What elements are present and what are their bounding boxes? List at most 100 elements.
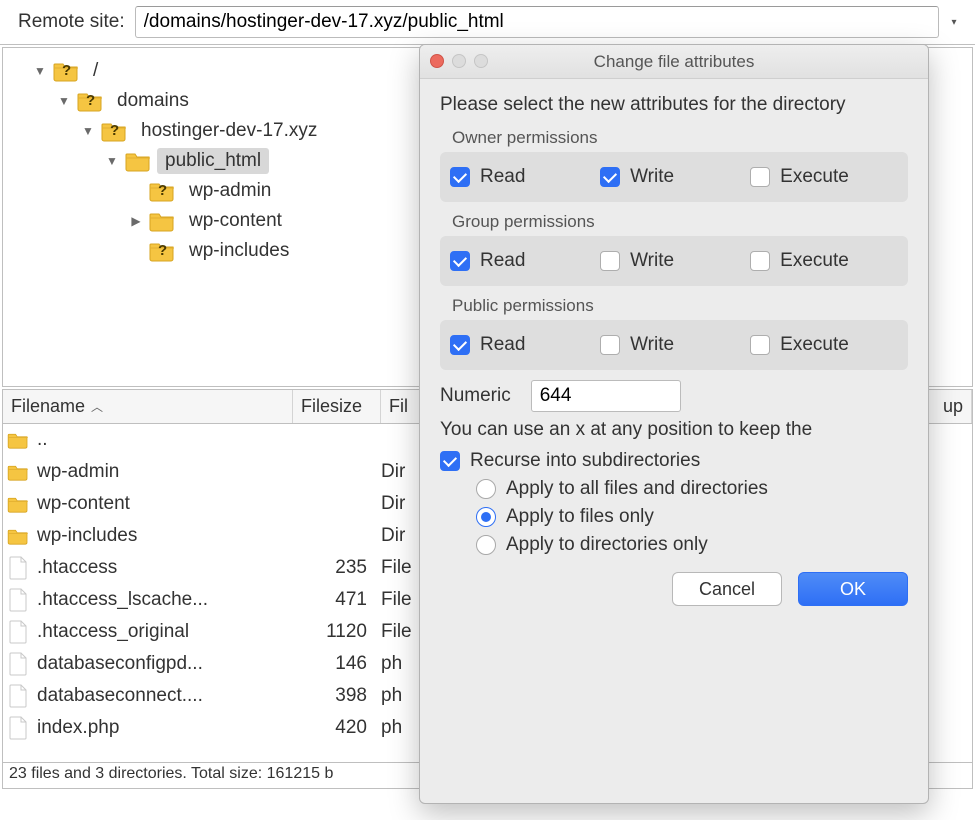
folder-icon xyxy=(149,208,175,234)
tree-item-label: public_html xyxy=(157,148,269,174)
column-filename-label: Filename xyxy=(11,396,85,417)
read-checkbox[interactable] xyxy=(450,251,470,271)
folder-icon xyxy=(125,148,151,174)
permission-group-label: Group permissions xyxy=(452,212,908,232)
file-size: 235 xyxy=(293,557,381,579)
recurse-label: Recurse into subdirectories xyxy=(470,450,700,472)
write-label: Write xyxy=(630,250,674,272)
remote-site-dropdown-icon[interactable]: ▾ xyxy=(945,12,963,32)
folder-unknown-icon: ? xyxy=(53,58,79,84)
tree-item-label: wp-content xyxy=(181,208,290,234)
tree-disclosure-closed-icon[interactable]: ▶ xyxy=(129,214,143,228)
execute-checkbox[interactable] xyxy=(750,335,770,355)
recurse-option-label: Apply to files only xyxy=(506,506,654,528)
tree-item-label: / xyxy=(85,58,106,84)
permission-group: Read Write Execute xyxy=(440,320,908,370)
folder-unknown-icon: ? xyxy=(101,118,127,144)
write-label: Write xyxy=(630,334,674,356)
file-size: 398 xyxy=(293,685,381,707)
write-checkbox[interactable] xyxy=(600,251,620,271)
remote-site-label: Remote site: xyxy=(18,11,125,33)
remote-site-input[interactable] xyxy=(135,6,939,38)
recurse-option-radio[interactable] xyxy=(476,535,496,555)
write-label: Write xyxy=(630,166,674,188)
file-icon xyxy=(3,588,33,612)
tree-disclosure-open-icon[interactable]: ▼ xyxy=(57,94,71,108)
tree-item-label: wp-includes xyxy=(181,238,297,264)
execute-label: Execute xyxy=(780,334,849,356)
dialog-instruction: Please select the new attributes for the… xyxy=(440,93,908,118)
file-name: .htaccess_original xyxy=(33,621,293,643)
file-size: 146 xyxy=(293,653,381,675)
file-name: wp-admin xyxy=(33,461,293,483)
file-size: 1120 xyxy=(293,621,381,643)
folder-unknown-icon: ? xyxy=(149,238,175,264)
window-close-icon[interactable] xyxy=(430,54,444,68)
write-checkbox[interactable] xyxy=(600,167,620,187)
file-icon xyxy=(3,684,33,708)
read-label: Read xyxy=(480,250,525,272)
column-filename[interactable]: Filename ︿ xyxy=(3,390,293,423)
numeric-input[interactable] xyxy=(531,380,681,412)
dialog-titlebar: Change file attributes xyxy=(420,45,928,79)
numeric-note: You can use an x at any position to keep… xyxy=(440,418,908,443)
file-name: .. xyxy=(33,429,293,451)
numeric-label: Numeric xyxy=(440,385,511,407)
write-checkbox[interactable] xyxy=(600,335,620,355)
permission-group: Read Write Execute xyxy=(440,236,908,286)
file-name: wp-includes xyxy=(33,525,293,547)
column-extra-label: up xyxy=(943,396,963,417)
tree-disclosure-open-icon[interactable]: ▼ xyxy=(105,154,119,168)
read-label: Read xyxy=(480,334,525,356)
window-minimize-icon xyxy=(452,54,466,68)
read-checkbox[interactable] xyxy=(450,335,470,355)
ok-button[interactable]: OK xyxy=(798,572,908,606)
dialog-title: Change file attributes xyxy=(420,52,928,72)
recurse-option-label: Apply to all files and directories xyxy=(506,478,768,500)
execute-checkbox[interactable] xyxy=(750,251,770,271)
column-filetype-label: Fil xyxy=(389,396,408,417)
file-icon xyxy=(3,620,33,644)
file-size: 471 xyxy=(293,589,381,611)
execute-checkbox[interactable] xyxy=(750,167,770,187)
file-name: .htaccess_lscache... xyxy=(33,589,293,611)
column-filesize-label: Filesize xyxy=(301,396,362,417)
file-size: 420 xyxy=(293,717,381,739)
folder-icon xyxy=(3,495,33,513)
execute-label: Execute xyxy=(780,166,849,188)
read-label: Read xyxy=(480,166,525,188)
column-filesize[interactable]: Filesize xyxy=(293,390,381,423)
file-name: .htaccess xyxy=(33,557,293,579)
file-name: databaseconfigpd... xyxy=(33,653,293,675)
recurse-checkbox[interactable] xyxy=(440,451,460,471)
file-icon xyxy=(3,556,33,580)
file-name: wp-content xyxy=(33,493,293,515)
file-name: index.php xyxy=(33,717,293,739)
folder-icon xyxy=(3,431,33,449)
tree-disclosure-open-icon[interactable]: ▼ xyxy=(33,64,47,78)
folder-unknown-icon: ? xyxy=(77,88,103,114)
window-zoom-icon xyxy=(474,54,488,68)
tree-item-label: wp-admin xyxy=(181,178,279,204)
remote-site-row: Remote site: ▾ xyxy=(0,0,975,45)
cancel-button[interactable]: Cancel xyxy=(672,572,782,606)
folder-icon xyxy=(3,463,33,481)
tree-item-label: domains xyxy=(109,88,197,114)
file-icon xyxy=(3,652,33,676)
tree-disclosure-open-icon[interactable]: ▼ xyxy=(81,124,95,138)
permission-group: Read Write Execute xyxy=(440,152,908,202)
file-attributes-dialog: Change file attributes Please select the… xyxy=(419,44,929,804)
recurse-option-label: Apply to directories only xyxy=(506,534,708,556)
sort-ascending-icon: ︿ xyxy=(91,398,103,415)
permission-group-label: Owner permissions xyxy=(452,128,908,148)
read-checkbox[interactable] xyxy=(450,167,470,187)
folder-unknown-icon: ? xyxy=(149,178,175,204)
recurse-option-radio[interactable] xyxy=(476,507,496,527)
file-icon xyxy=(3,716,33,740)
permission-group-label: Public permissions xyxy=(452,296,908,316)
execute-label: Execute xyxy=(780,250,849,272)
tree-item-label: hostinger-dev-17.xyz xyxy=(133,118,325,144)
folder-icon xyxy=(3,527,33,545)
file-name: databaseconnect.... xyxy=(33,685,293,707)
recurse-option-radio[interactable] xyxy=(476,479,496,499)
